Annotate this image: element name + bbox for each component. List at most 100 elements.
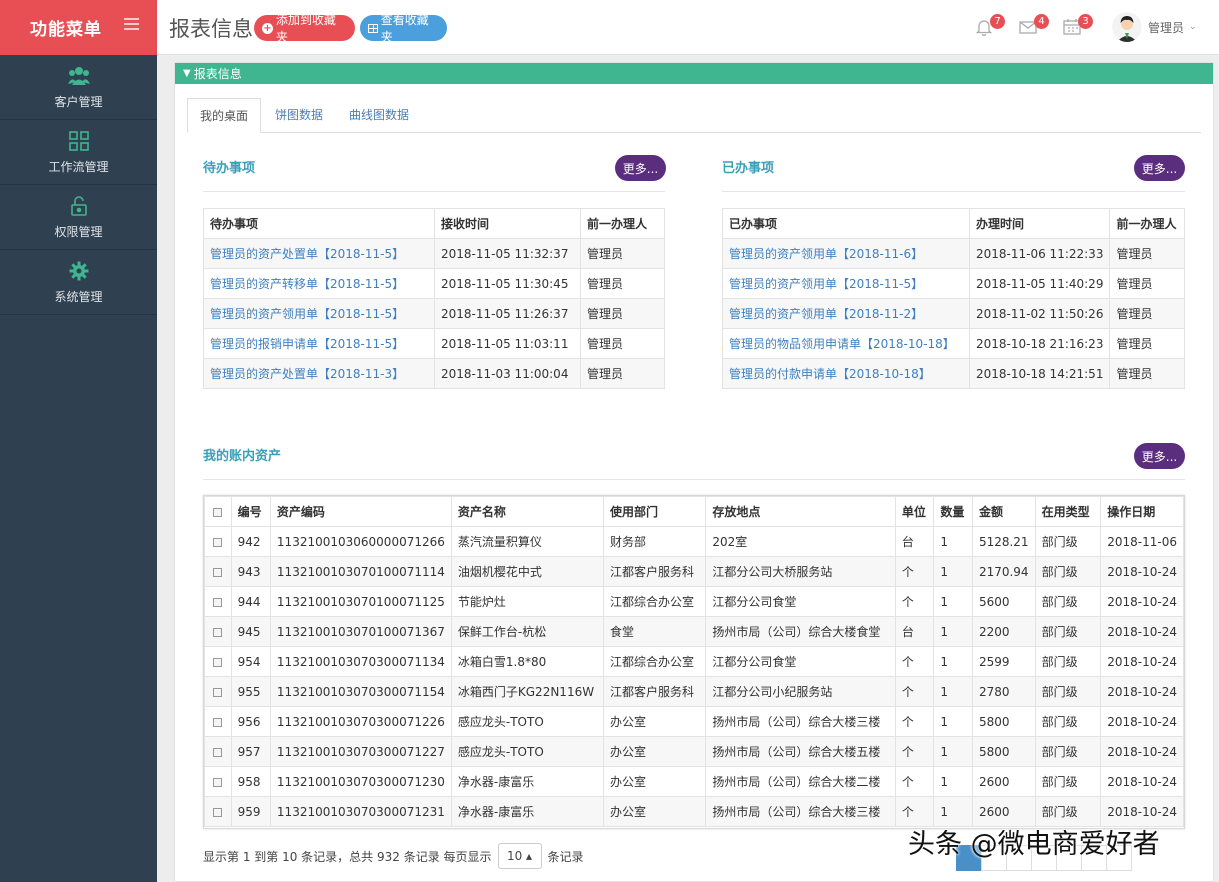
- table-cell: 5600: [971, 586, 1036, 617]
- column-header[interactable]: 资产编码: [269, 496, 452, 527]
- row-checkbox[interactable]: [204, 796, 232, 827]
- table-cell: 净水器-康富乐: [450, 796, 605, 827]
- watermark: 头条 @微电商爱好者: [908, 829, 1160, 860]
- table-cell: 管理员: [1109, 238, 1185, 269]
- table-cell: 办公室: [603, 736, 707, 767]
- column-header[interactable]: 存放地点: [705, 496, 896, 527]
- select-all-checkbox[interactable]: [204, 496, 232, 527]
- sidebar-item-system[interactable]: 系统管理: [0, 250, 157, 315]
- row-checkbox[interactable]: [204, 526, 232, 557]
- messages-button[interactable]: 4: [1019, 14, 1049, 38]
- done-link[interactable]: 管理员的物品领用申请单【2018-10-18】: [722, 328, 970, 359]
- table-cell: 管理员: [1109, 328, 1185, 359]
- table-cell: 2780: [971, 676, 1036, 707]
- row-checkbox[interactable]: [204, 766, 232, 797]
- row-checkbox[interactable]: [204, 676, 232, 707]
- table-cell: 管理员: [580, 328, 665, 359]
- table-cell: 1: [933, 586, 973, 617]
- sidebar-item-customers[interactable]: 客户管理: [0, 55, 157, 120]
- table-cell: 2170.94: [971, 556, 1036, 587]
- assets-table-container[interactable]: 编号 资产编码 资产名称 使用部门 存放地点 单位 数量 金额 在用类型 操作日…: [203, 495, 1185, 829]
- todo-link[interactable]: 管理员的资产转移单【2018-11-5】: [203, 268, 435, 299]
- column-header[interactable]: 金额: [971, 496, 1036, 527]
- todo-link[interactable]: 管理员的资产领用单【2018-11-5】: [203, 298, 435, 329]
- column-header[interactable]: 单位: [894, 496, 935, 527]
- assets-table: 编号 资产编码 资产名称 使用部门 存放地点 单位 数量 金额 在用类型 操作日…: [204, 496, 1184, 827]
- user-menu[interactable]: 管理员 ⌄: [1112, 12, 1197, 42]
- table-cell: 管理员: [580, 268, 665, 299]
- table-cell: 江都分公司大桥服务站: [705, 556, 896, 587]
- report-panel: ▼ 报表信息 我的桌面 饼图数据 曲线图数据 待办事项 更多... 待办事项 接…: [174, 62, 1214, 882]
- table-cell: 1: [933, 616, 973, 647]
- sidebar-item-permissions[interactable]: 权限管理: [0, 185, 157, 250]
- tab-desktop[interactable]: 我的桌面: [187, 98, 262, 133]
- table-row: 956 113210010307030007122​6 感应龙头-TOTO 办公室 扬州…: [204, 706, 1184, 737]
- assets-more-button[interactable]: 更多...: [1134, 443, 1185, 469]
- tab-pie-data[interactable]: 饼图数据: [263, 98, 335, 133]
- table-cell: 个: [894, 646, 935, 677]
- menu-toggle-icon[interactable]: [124, 18, 139, 30]
- row-checkbox[interactable]: [204, 556, 232, 587]
- column-header[interactable]: 资产名称: [450, 496, 605, 527]
- table-cell: 113210010307010007136​7: [269, 616, 452, 647]
- done-link[interactable]: 管理员的资产领用单【2018-11-5】: [722, 268, 970, 299]
- done-title: 已办事项: [722, 161, 775, 176]
- tab-line-data[interactable]: 曲线图数据: [337, 98, 421, 133]
- column-header: 办理时间: [968, 208, 1111, 239]
- table-header-row: 已办事项 办理时间 前一办理人: [722, 208, 1185, 239]
- table-cell: 扬州市局（公司）综合大楼三楼: [705, 706, 896, 737]
- messages-badge: 4: [1034, 14, 1049, 29]
- column-header[interactable]: 在用类型: [1034, 496, 1102, 527]
- row-checkbox[interactable]: [204, 586, 232, 617]
- table-cell: 扬州市局（公司）综合大楼食堂: [705, 616, 896, 647]
- table-cell: 2018-11-05 11:03:11: [434, 328, 581, 359]
- done-more-button[interactable]: 更多...: [1134, 155, 1185, 181]
- table-cell: 1: [933, 766, 973, 797]
- table-cell: 扬州市局（公司）综合大楼五楼: [705, 736, 896, 767]
- lock-icon: [70, 195, 87, 217]
- done-table: 已办事项 办理时间 前一办理人 管理员的资产领用单【2018-11-6】 2018…: [722, 208, 1185, 389]
- table-cell: 部门级: [1034, 586, 1102, 617]
- done-link[interactable]: 管理员的付款申请单【2018-10-18】: [722, 358, 970, 389]
- brand-title: 功能菜单: [30, 20, 102, 40]
- table-cell: 扬州市局（公司）综合大楼三楼: [705, 796, 896, 827]
- page-size-select[interactable]: 10 ▴: [497, 843, 542, 869]
- todo-more-button[interactable]: 更多...: [615, 155, 666, 181]
- column-header[interactable]: 数量: [933, 496, 973, 527]
- todo-link[interactable]: 管理员的资产处置单【2018-11-3】: [203, 358, 435, 389]
- view-favorites-button[interactable]: 查看收藏夹: [360, 13, 447, 44]
- table-cell: 部门级: [1034, 616, 1102, 647]
- row-checkbox[interactable]: [204, 706, 232, 737]
- column-header: 前一办理人: [580, 208, 665, 239]
- view-favorites-label: 查看收藏夹: [380, 13, 429, 44]
- row-checkbox[interactable]: [204, 736, 232, 767]
- row-checkbox[interactable]: [204, 616, 232, 647]
- table-cell: 感应龙头-TOTO: [450, 736, 605, 767]
- tasks-button[interactable]: 3: [1063, 14, 1093, 38]
- column-header[interactable]: 编号: [230, 496, 271, 527]
- table-cell: 1: [933, 526, 973, 557]
- table-cell: 部门级: [1034, 706, 1102, 737]
- assets-title: 我的账内资产: [203, 449, 282, 464]
- table-cell: 财务部: [603, 526, 707, 557]
- pagination-info: 显示第 1 到第 10 条记录，总共 932 条记录 每页显示 10 ▴ 条记录: [203, 843, 584, 869]
- table-cell: 113210010307010007112​5: [269, 586, 452, 617]
- table-cell: 个: [894, 586, 935, 617]
- done-link[interactable]: 管理员的资产领用单【2018-11-6】: [722, 238, 970, 269]
- table-row: 管理员的资产转移单【2018-11-5】 2018-11-05 11:30:45 管…: [203, 268, 665, 299]
- table-cell: 个: [894, 676, 935, 707]
- pagination-text: 显示第 1 到第 10 条记录，总共 932 条记录 每页显示: [203, 849, 492, 864]
- table-cell: 2018-11-02 11:50:26: [968, 298, 1111, 329]
- row-checkbox[interactable]: [204, 646, 232, 677]
- sidebar-item-workflow[interactable]: 工作流管理: [0, 120, 157, 185]
- done-link[interactable]: 管理员的资产领用单【2018-11-2】: [722, 298, 970, 329]
- filter-icon: ▼: [183, 68, 191, 79]
- column-header[interactable]: 使用部门: [603, 496, 707, 527]
- table-cell: 2018-10-24: [1100, 676, 1184, 707]
- table-cell: 净水器-康富乐: [450, 766, 605, 797]
- todo-link[interactable]: 管理员的报销申请单【2018-11-5】: [203, 328, 435, 359]
- column-header[interactable]: 操作日期: [1100, 496, 1184, 527]
- notifications-button[interactable]: 7: [975, 14, 1005, 38]
- add-favorite-button[interactable]: + 添加到收藏夹: [254, 13, 355, 44]
- todo-link[interactable]: 管理员的资产处置单【2018-11-5】: [203, 238, 435, 269]
